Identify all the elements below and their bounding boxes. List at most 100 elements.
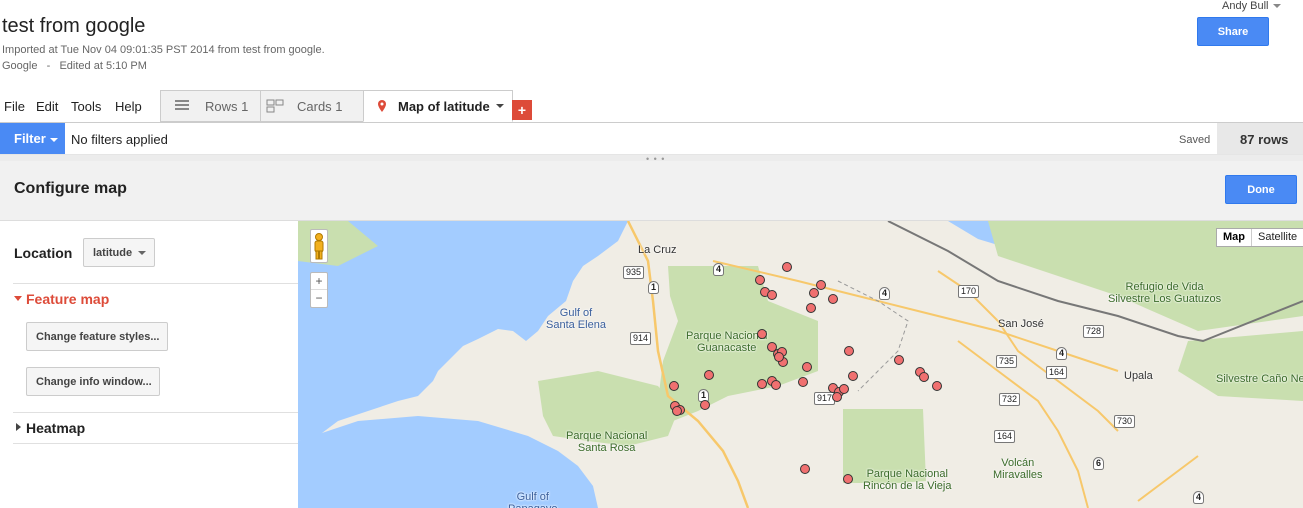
zoom-in-button[interactable]: +	[311, 273, 327, 290]
table-title: test from google	[2, 15, 146, 37]
route-shield: 170	[958, 285, 980, 298]
tab-cards-label: Cards 1	[297, 98, 343, 114]
heatmap-section[interactable]: Heatmap	[26, 420, 85, 436]
map-marker[interactable]	[816, 280, 826, 290]
filter-status: No filters applied	[71, 132, 168, 147]
change-feature-styles-button[interactable]: Change feature styles...	[26, 322, 168, 351]
map-marker[interactable]	[848, 371, 858, 381]
edit-info: Google - Edited at 5:10 PM	[2, 60, 147, 72]
filter-bar	[0, 122, 1303, 155]
map-label: La Cruz	[638, 244, 677, 256]
route-shield: 4	[713, 263, 725, 276]
chevron-down-icon[interactable]	[138, 251, 146, 255]
map-marker[interactable]	[843, 474, 853, 484]
route-shield: 914	[630, 332, 652, 345]
map-label: Volcán Miravalles	[993, 457, 1043, 481]
map-marker[interactable]	[832, 392, 842, 402]
map-type-map-button[interactable]: Map	[1217, 229, 1252, 246]
menu-edit[interactable]: Edit	[36, 99, 58, 114]
tab-cards[interactable]: Cards 1	[260, 90, 364, 122]
map-marker[interactable]	[802, 362, 812, 372]
save-status: Saved	[1179, 134, 1211, 146]
tab-rows[interactable]: Rows 1	[160, 90, 261, 122]
configure-title: Configure map	[14, 180, 127, 197]
import-info: Imported at Tue Nov 04 09:01:35 PST 2014…	[2, 44, 325, 56]
route-shield: 6	[1093, 457, 1105, 470]
map-label: Silvestre Caño Ne	[1216, 373, 1303, 385]
menu-help[interactable]: Help	[115, 99, 142, 114]
route-shield: 728	[1083, 325, 1105, 338]
chevron-down-icon[interactable]	[495, 104, 504, 108]
map-marker[interactable]	[828, 294, 838, 304]
map-label: Parque Nacional Guanacaste	[686, 330, 768, 354]
location-value: latitude	[93, 246, 133, 259]
map-marker[interactable]	[704, 370, 714, 380]
collapsed-caret-icon[interactable]	[16, 423, 21, 431]
map-marker[interactable]	[809, 288, 819, 298]
cards-icon	[266, 99, 284, 113]
map-marker[interactable]	[767, 290, 777, 300]
map-marker[interactable]	[800, 464, 810, 474]
route-shield: 164	[994, 430, 1016, 443]
route-shield: 732	[999, 393, 1021, 406]
map-type-control: Map Satellite	[1216, 228, 1303, 247]
route-shield: 4	[1056, 347, 1068, 360]
zoom-control: + −	[310, 272, 328, 308]
zoom-out-button[interactable]: −	[311, 290, 327, 306]
tab-map-of-latitude[interactable]: Map of latitude	[363, 90, 513, 122]
map-canvas[interactable]: La Cruz Gulf of Santa Elena Parque Nacio…	[298, 221, 1303, 508]
row-count: 87 rows	[1240, 132, 1289, 147]
map-marker[interactable]	[669, 381, 679, 391]
chevron-down-icon[interactable]	[50, 138, 58, 142]
map-marker[interactable]	[782, 262, 792, 272]
map-marker[interactable]	[894, 355, 904, 365]
map-marker[interactable]	[774, 352, 784, 362]
map-label: Refugio de Vida Silvestre Los Guatuzos	[1108, 281, 1222, 305]
map-marker[interactable]	[672, 406, 682, 416]
map-marker[interactable]	[700, 400, 710, 410]
location-label: Location	[14, 245, 73, 261]
route-shield: 735	[996, 355, 1018, 368]
map-pin-icon	[378, 100, 386, 112]
map-marker[interactable]	[757, 379, 767, 389]
user-name[interactable]: Andy Bull	[1222, 0, 1268, 12]
map-marker[interactable]	[755, 275, 765, 285]
map-marker[interactable]	[919, 372, 929, 382]
map-marker[interactable]	[757, 329, 767, 339]
divider	[13, 443, 298, 444]
feature-map-section[interactable]: Feature map	[26, 291, 109, 307]
map-marker[interactable]	[844, 346, 854, 356]
menu-tools[interactable]: Tools	[71, 99, 101, 114]
map-label: Gulf of Santa Elena	[546, 307, 606, 331]
map-marker[interactable]	[932, 381, 942, 391]
menu-file[interactable]: File	[4, 99, 25, 114]
filter-label: Filter	[14, 131, 46, 146]
tab-map-label: Map of latitude	[398, 98, 490, 114]
change-info-window-button[interactable]: Change info window...	[26, 367, 160, 396]
street-view-icon	[314, 233, 324, 260]
map-marker[interactable]	[798, 377, 808, 387]
done-button[interactable]: Done	[1225, 175, 1297, 204]
expanded-caret-icon[interactable]	[14, 296, 22, 301]
divider	[13, 283, 298, 284]
map-type-satellite-button[interactable]: Satellite	[1252, 229, 1303, 246]
map-label: Parque Nacional Rincón de la Vieja	[863, 468, 952, 492]
map-marker[interactable]	[806, 303, 816, 313]
configure-bar	[0, 161, 1303, 221]
chevron-down-icon[interactable]	[1273, 4, 1281, 8]
share-button[interactable]: Share	[1197, 17, 1269, 46]
route-shield: 4	[879, 287, 891, 300]
tab-rows-label: Rows 1	[205, 98, 249, 114]
rows-icon	[175, 100, 189, 110]
route-shield: 730	[1114, 415, 1136, 428]
route-shield: 4	[1193, 491, 1205, 504]
pegman-icon[interactable]	[310, 229, 328, 263]
route-shield: 164	[1046, 366, 1068, 379]
route-shield: 1	[648, 281, 660, 294]
map-marker[interactable]	[771, 380, 781, 390]
route-shield: 935	[623, 266, 645, 279]
map-label: San José	[998, 318, 1044, 330]
add-tab-button[interactable]: +	[512, 100, 532, 120]
map-label: Upala	[1124, 370, 1153, 382]
divider	[13, 412, 298, 413]
